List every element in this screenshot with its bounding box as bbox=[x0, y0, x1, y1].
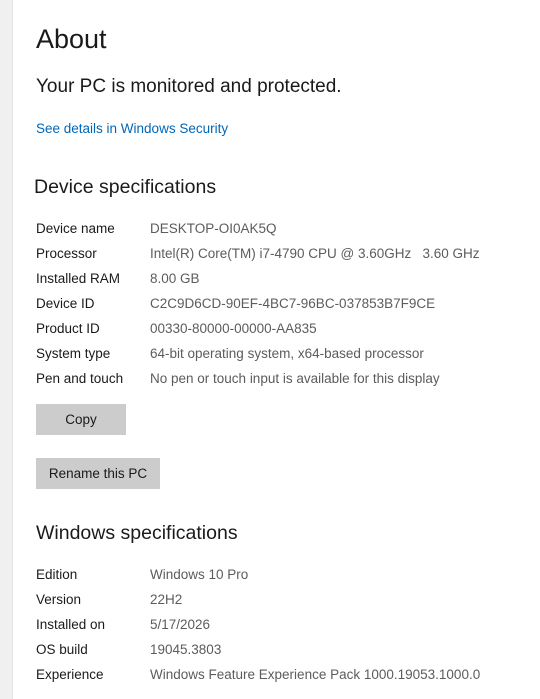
spec-label: Installed RAM bbox=[36, 271, 121, 286]
windows-security-link[interactable]: See details in Windows Security bbox=[36, 121, 228, 136]
spec-value: Intel(R) Core(TM) i7-4790 CPU @ 3.60GHz … bbox=[150, 246, 480, 261]
spec-value: 64-bit operating system, x64-based proce… bbox=[150, 346, 424, 361]
protection-status: Your PC is monitored and protected. bbox=[36, 76, 342, 97]
spec-value: DESKTOP-OI0AK5Q bbox=[150, 221, 277, 236]
spec-value: Windows 10 Pro bbox=[150, 567, 249, 582]
rename-pc-button[interactable]: Rename this PC bbox=[36, 458, 160, 489]
spec-label: OS build bbox=[36, 642, 88, 657]
spec-value: 5/17/2026 bbox=[150, 617, 211, 632]
spec-label: Installed on bbox=[36, 617, 106, 632]
spec-label: Pen and touch bbox=[36, 371, 124, 386]
spec-label: System type bbox=[36, 346, 111, 361]
spec-value: C2C9D6CD-90EF-4BC7-96BC-037853B7F9CE bbox=[150, 296, 436, 311]
spec-value: Windows Feature Experience Pack 1000.190… bbox=[150, 667, 481, 682]
device-specs-heading: Device specifications bbox=[34, 176, 217, 198]
spec-value: No pen or touch input is available for t… bbox=[150, 371, 440, 386]
copy-button[interactable]: Copy bbox=[36, 404, 126, 435]
spec-label: Edition bbox=[36, 567, 78, 582]
left-nav-edge bbox=[0, 0, 13, 699]
spec-value: 00330-80000-00000-AA835 bbox=[150, 321, 317, 336]
spec-label: Processor bbox=[36, 246, 97, 261]
spec-label: Product ID bbox=[36, 321, 100, 336]
windows-specs-heading: Windows specifications bbox=[36, 522, 238, 544]
spec-value: 8.00 GB bbox=[150, 271, 200, 286]
spec-value: 19045.3803 bbox=[150, 642, 222, 657]
spec-value: 22H2 bbox=[150, 592, 183, 607]
spec-label: Device ID bbox=[36, 296, 95, 311]
spec-label: Experience bbox=[36, 667, 104, 682]
spec-label: Version bbox=[36, 592, 82, 607]
spec-label: Device name bbox=[36, 221, 115, 236]
page-title: About bbox=[36, 24, 107, 54]
